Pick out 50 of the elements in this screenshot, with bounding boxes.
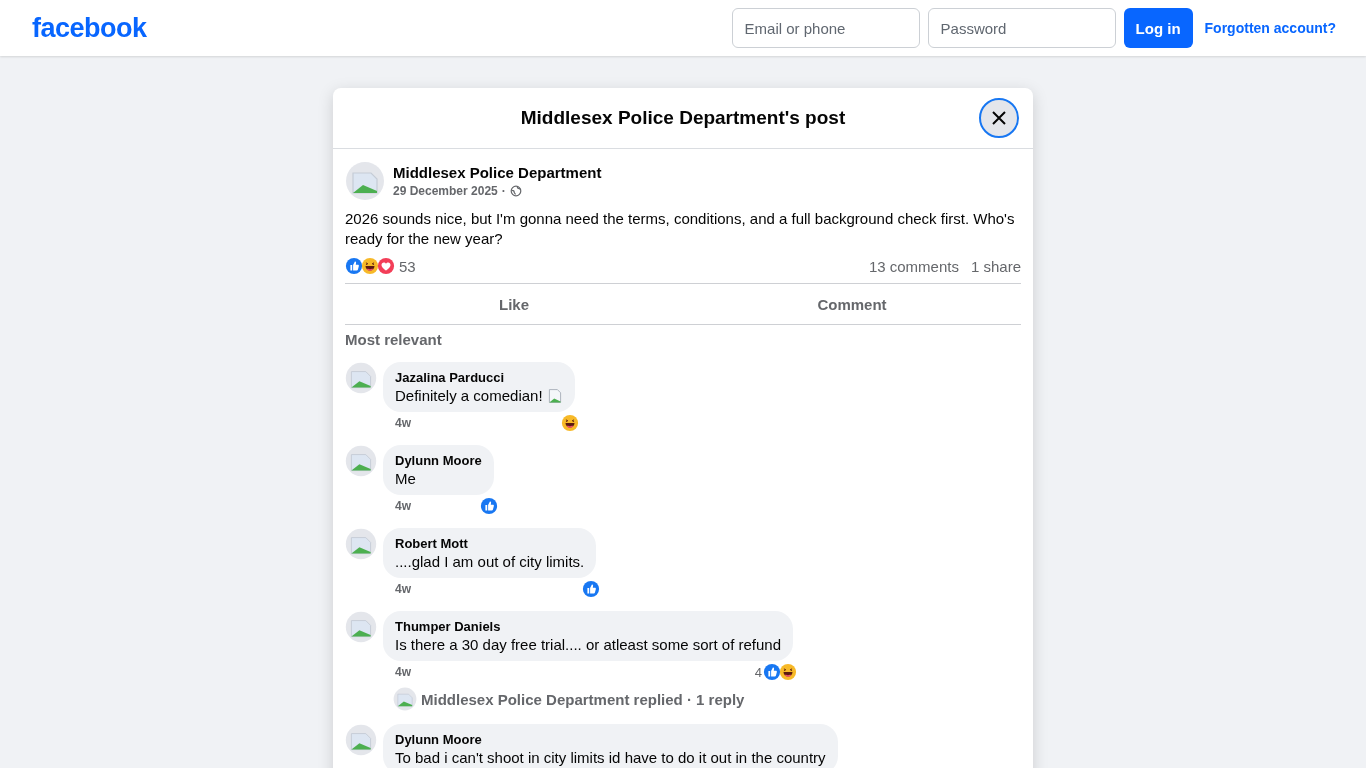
shares-count[interactable]: 1 share xyxy=(970,257,1021,275)
dialog-title: Middlesex Police Department's post xyxy=(520,107,846,129)
replies-link[interactable]: Middlesex Police Department replied · 1 reply xyxy=(421,690,745,708)
like-reaction-icon xyxy=(763,663,782,681)
login-button[interactable]: Log in xyxy=(1123,8,1193,48)
forgotten-account-link[interactable]: Forgotten account? xyxy=(1204,20,1336,36)
comment-text: Me xyxy=(395,470,416,487)
commenter-name[interactable]: Jazalina Parducci xyxy=(395,370,563,385)
comment-text: ....glad I am out of city limits. xyxy=(395,553,585,570)
comment-text: Definitely a comedian! xyxy=(395,387,543,404)
reaction-count[interactable]: 4 xyxy=(754,664,763,680)
commenter-name[interactable]: Dylunn Moore xyxy=(395,732,826,747)
close-icon xyxy=(991,110,1007,126)
comment-time[interactable]: 4w xyxy=(395,499,411,513)
sort-dropdown[interactable]: Most relevant xyxy=(345,331,442,348)
author-name[interactable]: Middlesex Police Department xyxy=(393,164,602,181)
comment-time[interactable]: 4w xyxy=(395,582,411,596)
comment-time[interactable]: 4w xyxy=(395,665,411,679)
facebook-logo[interactable]: facebook xyxy=(32,12,147,44)
comment-text: Is there a 30 day free trial.... or atleast some sort of refund xyxy=(395,636,782,653)
like-reaction-icon xyxy=(479,497,498,515)
password-field[interactable]: Password xyxy=(927,8,1116,48)
comment-text: To bad i can't shoot in city limits id have to do it out in the country xyxy=(395,749,826,766)
laughing-reaction-icon xyxy=(361,257,379,275)
avatar-icon xyxy=(345,528,377,560)
avatar-icon xyxy=(345,445,377,477)
action-button[interactable]: Comment xyxy=(683,284,1021,324)
avatar-icon xyxy=(345,724,377,756)
avatar-icon xyxy=(345,161,385,201)
globe-icon xyxy=(509,185,522,197)
heart-reaction-icon xyxy=(377,257,395,275)
laughing-reaction-icon xyxy=(560,414,579,432)
commenter-name[interactable]: Dylunn Moore xyxy=(395,453,482,468)
comments-count[interactable]: 13 comments xyxy=(868,257,959,275)
reaction-count[interactable]: 53 xyxy=(399,257,416,275)
like-reaction-icon xyxy=(582,580,601,598)
avatar-icon xyxy=(393,687,417,711)
commenter-name[interactable]: Robert Mott xyxy=(395,536,585,551)
laughing-reaction-icon xyxy=(779,663,798,681)
email-field[interactable]: Email or phone xyxy=(731,8,920,48)
post-text: 2026 sounds nice, but I'm gonna need the terms, conditions, and a full background check first. Who's ready for the new year? xyxy=(345,209,1016,249)
avatar-icon xyxy=(345,362,377,394)
close-button[interactable] xyxy=(979,98,1019,138)
comment-time[interactable]: 4w xyxy=(395,416,411,430)
post-date[interactable]: 29 December 2025 xyxy=(393,184,498,198)
commenter-name[interactable]: Thumper Daniels xyxy=(395,619,782,634)
separator-dot: · xyxy=(501,184,506,198)
avatar-icon xyxy=(345,611,377,643)
like-reaction-icon xyxy=(345,257,363,275)
action-button[interactable]: Like xyxy=(345,284,683,324)
